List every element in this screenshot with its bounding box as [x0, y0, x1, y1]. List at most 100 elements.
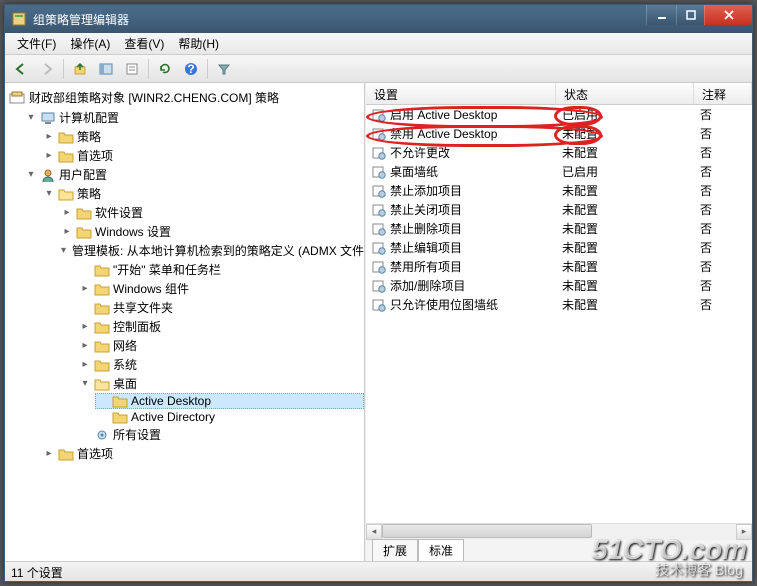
list-row[interactable]: 禁止关闭项目未配置否	[366, 200, 752, 219]
policy-setting-icon	[372, 298, 386, 312]
toolbar-forward[interactable]	[35, 58, 59, 80]
list-row[interactable]: 添加/删除项目未配置否	[366, 276, 752, 295]
tree-root[interactable]: 财政部组策略对象 [WINR2.CHENG.COM] 策略	[5, 87, 364, 108]
row-comment: 否	[694, 143, 752, 162]
toolbar-properties[interactable]	[120, 58, 144, 80]
title-bar[interactable]: 组策略管理编辑器	[5, 5, 752, 33]
expand-icon[interactable]	[79, 302, 91, 314]
user-icon	[40, 168, 56, 182]
collapse-icon[interactable]: ▾	[61, 245, 66, 257]
horizontal-scrollbar[interactable]: ◂ ▸	[366, 523, 752, 539]
tree-user-config[interactable]: ▾ 用户配置	[23, 165, 364, 184]
expand-icon[interactable]: ▸	[61, 226, 73, 238]
app-icon	[11, 11, 27, 27]
list-row[interactable]: 禁止删除项目未配置否	[366, 219, 752, 238]
tree-active-desktop[interactable]: Active Desktop	[95, 393, 364, 409]
tree-label: Active Directory	[131, 410, 215, 424]
tree-label: 网络	[113, 337, 137, 354]
tree-software-settings[interactable]: ▸软件设置	[59, 203, 364, 222]
toolbar-filter[interactable]	[212, 58, 236, 80]
tree-label: 策略	[77, 185, 101, 202]
tree-shared-folders[interactable]: 共享文件夹	[77, 298, 364, 317]
expand-icon[interactable]: ▸	[61, 207, 73, 219]
tree-all-settings[interactable]: 所有设置	[77, 425, 364, 444]
expand-icon[interactable]: ▸	[79, 283, 91, 295]
filter-icon	[217, 62, 231, 76]
tree-label: "开始" 菜单和任务栏	[113, 261, 221, 278]
row-state: 已启用	[556, 162, 694, 181]
column-setting[interactable]: 设置	[366, 83, 556, 104]
list-row[interactable]: 启用 Active Desktop已启用否	[366, 105, 752, 124]
row-state: 未配置	[556, 257, 694, 276]
list-row[interactable]: 不允许更改未配置否	[366, 143, 752, 162]
tree-start-taskbar[interactable]: "开始" 菜单和任务栏	[77, 260, 364, 279]
row-name: 禁止删除项目	[390, 220, 462, 237]
tab-extended[interactable]: 扩展	[372, 539, 418, 561]
scroll-right-icon[interactable]: ▸	[736, 524, 752, 540]
scroll-left-icon[interactable]: ◂	[366, 524, 382, 540]
expand-icon[interactable]: ▸	[79, 340, 91, 352]
list-row[interactable]: 禁止编辑项目未配置否	[366, 238, 752, 257]
close-button[interactable]	[704, 5, 752, 25]
toolbar-back[interactable]	[9, 58, 33, 80]
toolbar-up[interactable]	[68, 58, 92, 80]
list-row[interactable]: 只允许使用位图墙纸未配置否	[366, 295, 752, 314]
collapse-icon[interactable]: ▾	[25, 112, 37, 124]
row-state: 未配置	[556, 219, 694, 238]
collapse-icon[interactable]: ▾	[25, 169, 37, 181]
menu-help[interactable]: 帮助(H)	[172, 33, 225, 54]
folder-icon	[76, 225, 92, 239]
tree-network[interactable]: ▸ 网络	[77, 336, 364, 355]
expand-icon[interactable]: ▸	[43, 150, 55, 162]
folder-open-icon	[58, 187, 74, 201]
tab-standard[interactable]: 标准	[418, 539, 464, 561]
row-comment: 否	[694, 162, 752, 181]
minimize-button[interactable]	[646, 5, 676, 25]
tree-computer-config[interactable]: ▾ 计算机配置	[23, 108, 364, 127]
tree-uc-policies[interactable]: ▾ 策略	[41, 184, 364, 203]
maximize-button[interactable]	[676, 5, 704, 25]
back-icon	[14, 62, 28, 76]
scroll-thumb[interactable]	[382, 524, 592, 538]
toolbar-help[interactable]: ?	[179, 58, 203, 80]
tree-active-directory[interactable]: Active Directory	[95, 409, 364, 425]
toolbar-refresh[interactable]	[153, 58, 177, 80]
list-row[interactable]: 禁用 Active Desktop未配置否	[366, 124, 752, 143]
expand-icon[interactable]: ▸	[79, 321, 91, 333]
expand-icon[interactable]: ▸	[43, 448, 55, 460]
toolbar-show-hide[interactable]	[94, 58, 118, 80]
expand-icon[interactable]: ▸	[79, 359, 91, 371]
tree-windows-components[interactable]: ▸Windows 组件	[77, 279, 364, 298]
policy-setting-icon	[372, 222, 386, 236]
row-name: 添加/删除项目	[390, 277, 465, 294]
list-row[interactable]: 桌面墙纸已启用否	[366, 162, 752, 181]
menu-view[interactable]: 查看(V)	[118, 33, 170, 54]
list-row[interactable]: 禁止添加项目未配置否	[366, 181, 752, 200]
collapse-icon[interactable]: ▾	[43, 188, 55, 200]
menu-action[interactable]: 操作(A)	[64, 33, 116, 54]
tree-desktop[interactable]: ▾桌面	[77, 374, 364, 393]
list-body[interactable]: 启用 Active Desktop已启用否禁用 Active Desktop未配…	[366, 105, 752, 523]
tree-control-panel[interactable]: ▸控制面板	[77, 317, 364, 336]
column-state[interactable]: 状态	[556, 83, 694, 104]
tree-system[interactable]: ▸系统	[77, 355, 364, 374]
list-row[interactable]: 禁用所有项目未配置否	[366, 257, 752, 276]
row-comment: 否	[694, 238, 752, 257]
column-comment[interactable]: 注释	[694, 83, 752, 104]
folder-icon	[112, 394, 128, 408]
tree-admin-templates[interactable]: ▾管理模板: 从本地计算机检索到的策略定义 (ADMX 文件)。	[59, 241, 364, 260]
tree-panel[interactable]: 财政部组策略对象 [WINR2.CHENG.COM] 策略 ▾ 计算机配置 ▸策…	[5, 83, 365, 561]
collapse-icon[interactable]: ▾	[79, 378, 91, 390]
menu-bar: 文件(F) 操作(A) 查看(V) 帮助(H)	[5, 33, 752, 55]
tree-cc-policies[interactable]: ▸策略	[41, 127, 364, 146]
expand-icon[interactable]: ▸	[43, 131, 55, 143]
tree-cc-prefs[interactable]: ▸首选项	[41, 146, 364, 165]
tree-uc-prefs[interactable]: ▸首选项	[41, 444, 364, 463]
folder-icon	[94, 358, 110, 372]
folder-open-icon	[94, 377, 110, 391]
expand-icon[interactable]	[79, 264, 91, 276]
menu-file[interactable]: 文件(F)	[11, 33, 62, 54]
tree-windows-settings[interactable]: ▸Windows 设置	[59, 222, 364, 241]
folder-icon	[58, 130, 74, 144]
row-state: 未配置	[556, 143, 694, 162]
